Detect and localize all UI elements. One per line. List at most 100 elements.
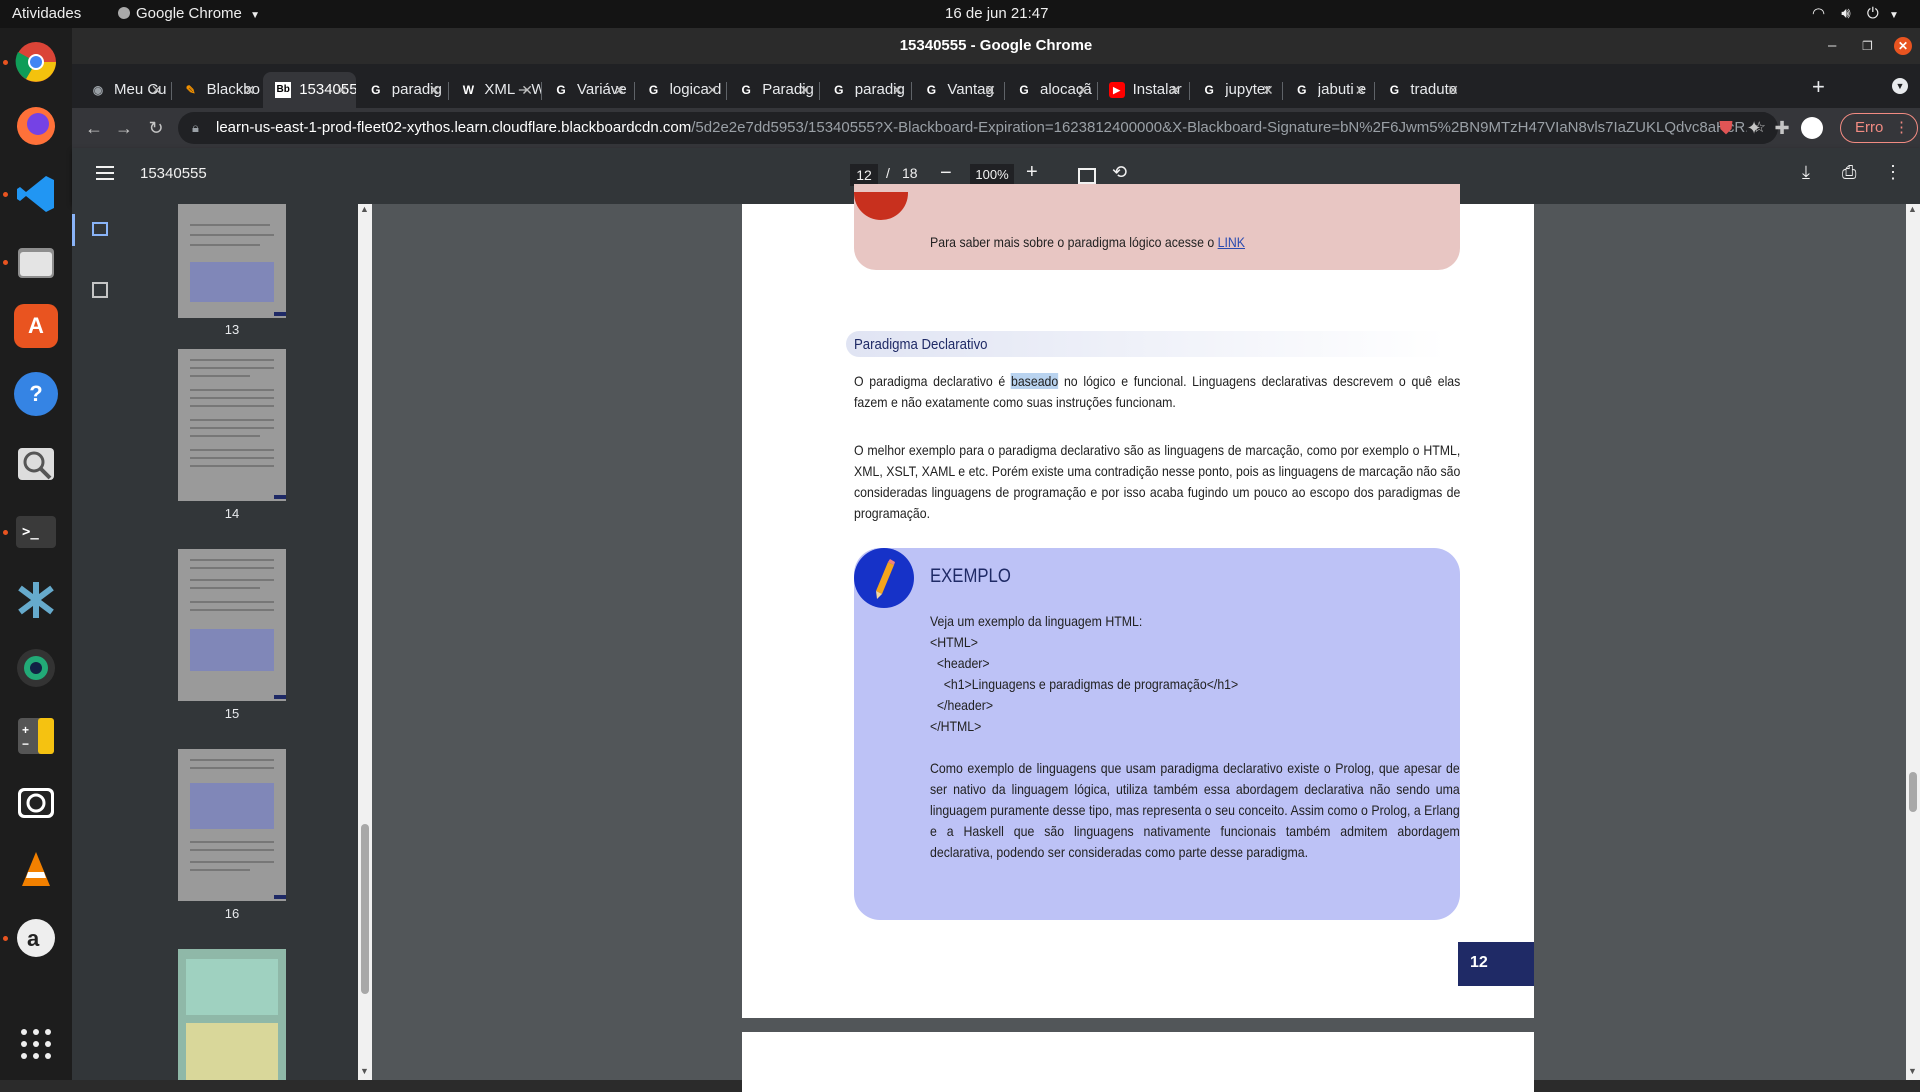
reload-button[interactable]: ↻ [142,114,170,142]
close-icon[interactable]: ✕ [1447,72,1459,108]
activities-button[interactable]: Atividades [12,0,81,28]
shield-extension-icon[interactable]: ⛊ [1712,114,1740,142]
fit-page-icon[interactable] [1078,168,1096,184]
close-icon[interactable]: ✕ [1262,72,1274,108]
tab[interactable]: ▶ Instalar ✕ [1097,72,1190,108]
tab-search-button[interactable]: ▼ [1892,78,1908,94]
close-icon[interactable]: ✕ [984,72,996,108]
tab[interactable]: Bb15340555✕ [263,72,356,108]
tab[interactable]: ✎ Blackbo ✕ [171,72,264,108]
tab[interactable]: Gtraduto ✕ [1374,72,1467,108]
thumbnails-view-icon[interactable] [92,222,108,236]
browser-window: 15340555 - Google Chrome – ❐ ✕ ◉ Meu Cu ✕ ✎… [72,28,1920,1092]
vscode-icon[interactable] [10,168,62,220]
tab[interactable]: Gparadig ✕ [356,72,449,108]
avatar[interactable] [1798,114,1826,142]
zoom-level-input[interactable]: 100% [970,164,1014,186]
thumbnail-page-16[interactable] [178,749,286,901]
back-button[interactable]: ← [80,114,108,142]
code-line: </header> [930,697,994,713]
close-icon[interactable]: ✕ [243,72,255,108]
thumbnail-page-14[interactable] [178,349,286,501]
page-number-input[interactable]: 12 [850,164,878,186]
tab[interactable]: Glogica d ✕ [634,72,727,108]
puzzle-extensions-icon[interactable]: ✚ [1768,114,1796,142]
selected-text[interactable]: baseado [1010,373,1059,389]
thumbnail-page-13[interactable] [178,204,286,318]
close-icon[interactable]: ✕ [706,72,718,108]
pdf-viewer: 13 14 15 16 ▲ ▼ Para saber mais sobre o … [72,184,1920,1092]
app-menu[interactable]: Google Chrome ▼ [118,0,260,28]
close-icon[interactable]: ✕ [799,72,811,108]
tab[interactable]: W XML – W ✕ [448,72,541,108]
forward-button[interactable]: → [110,114,138,142]
tab[interactable]: G Vantag ✕ [911,72,1004,108]
restore-icon[interactable]: ❐ [1862,28,1873,64]
screenshot-icon[interactable] [10,776,62,828]
rotate-icon[interactable]: ⟲ [1112,162,1127,183]
close-icon[interactable]: ✕ [521,72,533,108]
main-scrollbar[interactable]: ▲ ▼ [1906,204,1920,1080]
new-tab-button[interactable]: + [1812,74,1825,100]
close-icon[interactable]: ✕ [336,72,348,108]
minimize-icon[interactable]: – [1828,28,1836,64]
thumbnail-page-15[interactable] [178,549,286,701]
tab[interactable]: Gparadig ✕ [819,72,912,108]
menu-icon[interactable] [96,166,114,180]
close-icon[interactable]: ✕ [1355,72,1367,108]
link[interactable]: LINK [1218,234,1245,250]
close-icon[interactable]: ✕ [892,72,904,108]
code-line: <h1>Linguagens e paradigmas de programaç… [930,676,1239,692]
zoom-in-button[interactable]: + [1026,161,1038,184]
tab[interactable]: Galocaçã ✕ [1004,72,1097,108]
sidebar-scrollbar[interactable]: ▲ ▼ [358,204,372,1080]
files-icon[interactable] [10,236,62,288]
tab[interactable]: G Variáve ✕ [541,72,634,108]
tab-separator [1189,82,1191,100]
software-center-icon[interactable]: A [14,304,58,348]
address-bar[interactable]: 🔒︎ learn-us-east-1-prod-fleet02-xythos.l… [178,112,1778,144]
camera-app-icon[interactable] [10,642,62,694]
google-icon: G [371,83,381,97]
close-icon[interactable]: ✕ [1169,72,1181,108]
profile-error-label: Erro [1855,119,1884,136]
extension-icon[interactable]: ✦ [1740,114,1768,142]
close-icon[interactable]: ✕ [151,72,163,108]
svg-text:+: + [22,723,29,737]
zoom-out-button[interactable]: − [940,162,952,185]
show-apps-icon[interactable] [10,1018,62,1070]
sidebar-scroll-thumb[interactable] [361,824,369,994]
close-window-button[interactable]: ✕ [1894,37,1912,55]
tab[interactable]: Gjabuti e ✕ [1282,72,1375,108]
help-icon[interactable]: ? [14,372,58,416]
tab[interactable]: Gjupyter ✕ [1189,72,1282,108]
more-options-icon[interactable]: ⋮ [1884,162,1902,183]
firefox-icon[interactable] [10,100,62,152]
system-tray[interactable]: ◠ 🔊︎ ⏻ ▼ [1812,0,1899,28]
calculator-icon[interactable]: + − [10,710,62,762]
download-icon[interactable]: ⤓ [1802,162,1810,183]
clock[interactable]: 16 de jun 21:47 [945,0,1048,28]
print-icon[interactable]: ⎙ [1842,162,1856,183]
outline-view-icon[interactable] [92,282,108,298]
vlc-icon[interactable] [10,844,62,896]
profile-error-button[interactable]: Erro ⋮ [1840,113,1918,143]
tab[interactable]: ◉ Meu Cu ✕ [78,72,171,108]
tab-separator [1281,82,1283,100]
main-scroll-thumb[interactable] [1909,772,1917,812]
chrome-icon[interactable] [10,36,62,88]
terminal-icon[interactable]: >_ [10,506,62,558]
thumbnail-page-17[interactable] [178,949,286,1080]
close-icon[interactable]: ✕ [429,72,441,108]
close-icon[interactable]: ✕ [614,72,626,108]
network-app-icon[interactable] [10,574,62,626]
image-viewer-icon[interactable] [10,438,62,490]
thumbnail-label: 15 [224,706,240,721]
window-title: 15340555 - Google Chrome [899,37,1093,54]
browser-toolbar: ← → ↻ 🔒︎ learn-us-east-1-prod-fleet02-xy… [72,108,1920,148]
tab[interactable]: G Paradig ✕ [726,72,819,108]
running-indicator [3,936,8,941]
amazon-icon[interactable]: a [10,912,62,964]
close-icon[interactable]: ✕ [1077,72,1089,108]
running-indicator [3,530,8,535]
